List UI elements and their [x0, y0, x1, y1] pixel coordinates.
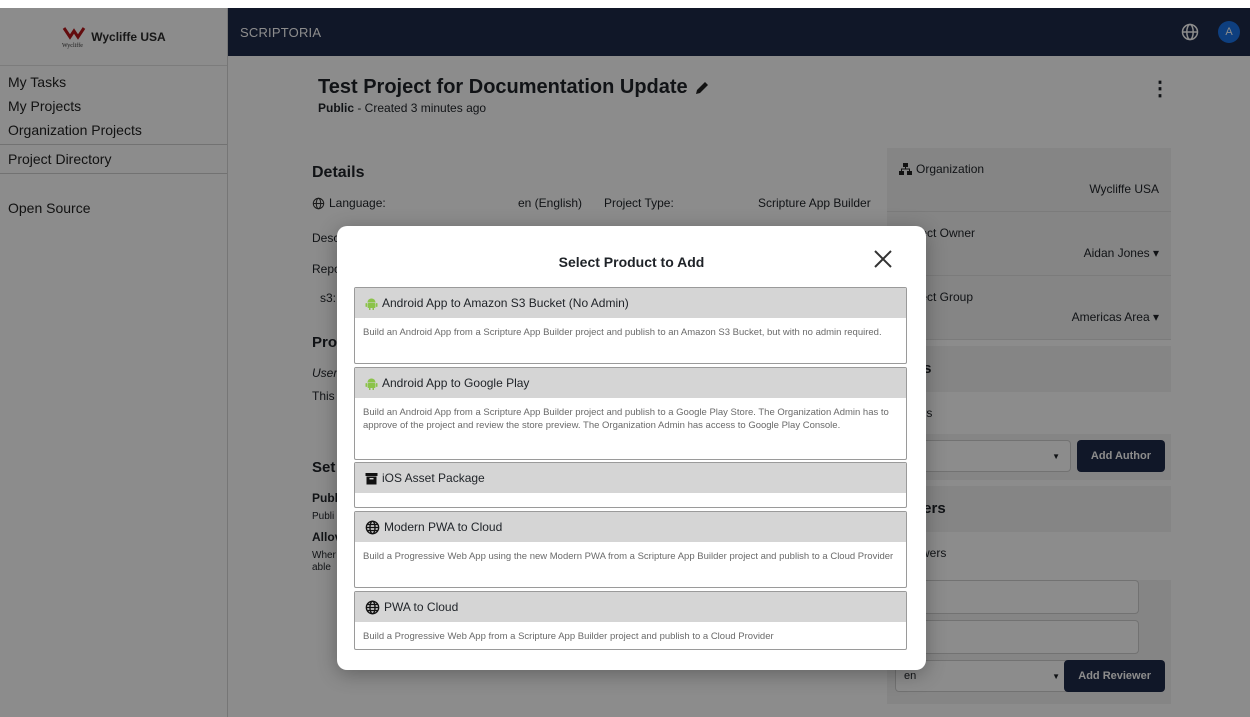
android-icon — [365, 297, 378, 310]
product-android-s3[interactable]: Android App to Amazon S3 Bucket (No Admi… — [354, 287, 907, 364]
archive-icon — [365, 472, 378, 485]
product-android-google-play[interactable]: Android App to Google Play Build an Andr… — [354, 367, 907, 460]
product-name: PWA to Cloud — [384, 600, 459, 614]
product-description: Build a Progressive Web App using the ne… — [363, 551, 894, 562]
product-header: Modern PWA to Cloud — [355, 512, 906, 542]
modal-title: Select Product to Add — [558, 254, 705, 270]
product-description: Build an Android App from a Scripture Ap… — [363, 327, 882, 338]
product-header: PWA to Cloud — [355, 592, 906, 622]
product-name: Android App to Amazon S3 Bucket (No Admi… — [382, 296, 629, 310]
product-name: iOS Asset Package — [382, 471, 485, 485]
product-name: Modern PWA to Cloud — [384, 520, 503, 534]
globe-icon — [365, 600, 380, 615]
product-description: Build an Android App from a Scripture Ap… — [363, 407, 889, 431]
product-header: Android App to Amazon S3 Bucket (No Admi… — [355, 288, 906, 318]
globe-icon — [365, 520, 380, 535]
product-name: Android App to Google Play — [382, 376, 530, 390]
product-pwa-cloud[interactable]: PWA to Cloud Build a Progressive Web App… — [354, 591, 907, 650]
android-icon — [365, 377, 378, 390]
close-icon[interactable] — [870, 246, 896, 272]
select-product-modal: Select Product to Add Android App to Ama… — [337, 226, 926, 670]
product-description — [355, 493, 906, 501]
product-header: Android App to Google Play — [355, 368, 906, 398]
product-header: iOS Asset Package — [355, 463, 906, 493]
product-ios-asset-package[interactable]: iOS Asset Package — [354, 462, 907, 508]
product-modern-pwa[interactable]: Modern PWA to Cloud Build a Progressive … — [354, 511, 907, 588]
product-description: Build a Progressive Web App from a Scrip… — [363, 631, 774, 642]
